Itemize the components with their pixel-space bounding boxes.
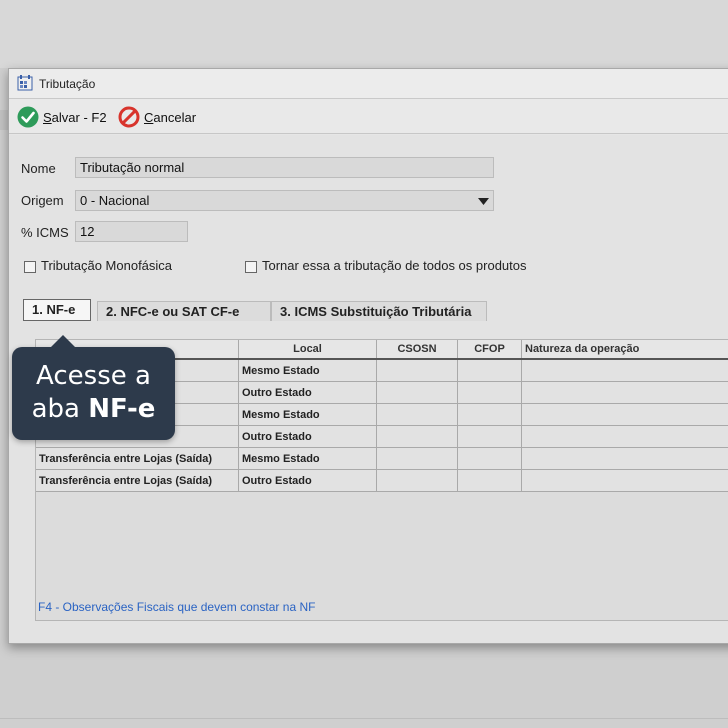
- table-row[interactable]: Transferência entre Lojas (Saída) Outro E…: [36, 469, 728, 492]
- cell-csosn[interactable]: [376, 425, 458, 448]
- cell-csosn[interactable]: [376, 381, 458, 404]
- cell-local[interactable]: Mesmo Estado: [238, 359, 377, 382]
- table-row[interactable]: Transferência entre Lojas (Saída) Mesmo E…: [36, 447, 728, 470]
- save-label: alvar - F2: [51, 109, 107, 125]
- background-bottom-line: [0, 718, 728, 719]
- nome-label: Nome: [21, 161, 56, 176]
- cell-csosn[interactable]: [376, 469, 458, 492]
- icms-label: % ICMS: [21, 225, 69, 240]
- callout-line2-bold: NF-e: [88, 394, 156, 424]
- cell-cfop[interactable]: [457, 425, 522, 448]
- observacoes-fiscais-hint: F4 - Observações Fiscais que devem const…: [38, 600, 316, 614]
- cancel-button[interactable]: Cancelar: [118, 105, 196, 129]
- cell-cfop[interactable]: [457, 381, 522, 404]
- cell-local[interactable]: Outro Estado: [238, 469, 377, 492]
- cell-operacao[interactable]: Transferência entre Lojas (Saída): [36, 469, 239, 492]
- cell-csosn[interactable]: [376, 359, 458, 382]
- tab-nfce-sat[interactable]: 2. NFC-e ou SAT CF-e: [97, 301, 271, 321]
- toolbar: Salvar - F2 Cancelar: [9, 99, 728, 134]
- monofasica-checkbox[interactable]: [24, 261, 36, 273]
- cell-local[interactable]: Mesmo Estado: [238, 403, 377, 426]
- cancel-accelerator: C: [144, 109, 154, 125]
- check-circle-icon: [17, 106, 39, 128]
- save-button[interactable]: Salvar - F2: [17, 105, 107, 129]
- origem-label: Origem: [21, 193, 64, 208]
- col-local[interactable]: Local: [238, 340, 377, 360]
- callout-line1: Acesse a: [36, 361, 151, 391]
- icms-input[interactable]: 12: [75, 221, 188, 242]
- col-cfop[interactable]: CFOP: [457, 340, 522, 360]
- cell-cfop[interactable]: [457, 447, 522, 470]
- tab-nfe[interactable]: 1. NF-e: [23, 299, 91, 321]
- callout-line2-prefix: aba: [31, 394, 89, 424]
- cell-operacao[interactable]: Transferência entre Lojas (Saída): [36, 447, 239, 470]
- col-csosn[interactable]: CSOSN: [376, 340, 458, 360]
- tax-form-icon: [17, 75, 33, 91]
- cell-cfop[interactable]: [457, 359, 522, 382]
- cell-local[interactable]: Mesmo Estado: [238, 447, 377, 470]
- window-title: Tributação: [39, 77, 96, 91]
- save-accelerator: S: [43, 109, 52, 125]
- cancel-label: ancelar: [153, 109, 197, 125]
- cell-natureza[interactable]: [521, 425, 728, 448]
- title-bar: Tributação: [9, 69, 728, 99]
- origem-select[interactable]: 0 - Nacional: [75, 190, 494, 211]
- cell-natureza[interactable]: [521, 403, 728, 426]
- cell-natureza[interactable]: [521, 359, 728, 382]
- origem-value: 0 - Nacional: [80, 193, 150, 208]
- cell-local[interactable]: Outro Estado: [238, 425, 377, 448]
- cell-natureza[interactable]: [521, 469, 728, 492]
- cell-cfop[interactable]: [457, 469, 522, 492]
- cell-cfop[interactable]: [457, 403, 522, 426]
- tab-icms-st[interactable]: 3. ICMS Substituição Tributária: [271, 301, 487, 321]
- monofasica-label: Tributação Monofásica: [41, 258, 173, 273]
- prohibited-icon: [118, 106, 140, 128]
- col-natureza[interactable]: Natureza da operação: [521, 340, 728, 360]
- nome-input[interactable]: Tributação normal: [75, 157, 494, 178]
- todos-produtos-label: Tornar essa a tributação de todos os pro…: [262, 258, 527, 273]
- cell-csosn[interactable]: [376, 403, 458, 426]
- triangle-down-icon: [478, 198, 489, 205]
- todos-produtos-checkbox[interactable]: [245, 261, 257, 273]
- cell-local[interactable]: Outro Estado: [238, 381, 377, 404]
- callout-line2: aba NF-e: [12, 394, 175, 424]
- cell-natureza[interactable]: [521, 447, 728, 470]
- cell-natureza[interactable]: [521, 381, 728, 404]
- cell-csosn[interactable]: [376, 447, 458, 470]
- tutorial-callout: Acesse a aba NF-e: [12, 335, 175, 440]
- background-top: [0, 0, 728, 68]
